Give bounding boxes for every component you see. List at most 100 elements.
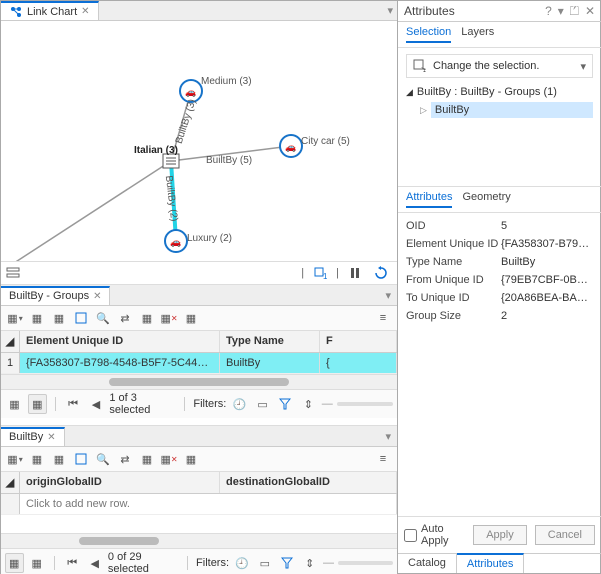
tree-child[interactable]: ▷ BuiltBy — [420, 100, 593, 120]
filter-funnel-icon[interactable] — [276, 394, 295, 414]
select-icon[interactable] — [71, 308, 91, 328]
copy-icon[interactable]: ▦ — [181, 449, 201, 469]
sort-icon[interactable]: ⇕ — [299, 394, 318, 414]
expand-icon[interactable]: ▷ — [420, 105, 427, 116]
show-all-icon[interactable]: ▦ — [5, 394, 24, 414]
kv-type-name[interactable]: Type NameBuiltBy — [398, 253, 601, 271]
clear-icon[interactable]: ▦ — [137, 449, 157, 469]
cell-element-id[interactable]: {FA358307-B798-4548-B5F7-5C449C61B61C} — [20, 353, 220, 373]
layer-list-icon[interactable] — [3, 263, 23, 283]
calculate-icon[interactable]: ▦ — [49, 308, 69, 328]
add-icon[interactable]: ▦ — [27, 308, 47, 328]
zoom-icon[interactable]: 🔍 — [93, 308, 113, 328]
pause-icon[interactable] — [345, 263, 365, 283]
col-origin[interactable]: originGlobalID — [20, 472, 220, 493]
tab-builtby-groups[interactable]: BuiltBy - Groups ✕ — [1, 286, 110, 305]
show-selected-icon[interactable]: ▦ — [28, 553, 47, 573]
row-num[interactable]: 1 — [1, 353, 20, 373]
row-corner[interactable]: ◢ — [1, 331, 20, 352]
switch-icon[interactable]: ⇄ — [115, 308, 135, 328]
prev-icon[interactable]: ◀ — [85, 553, 104, 573]
kv-from-id[interactable]: From Unique ID{79EB7CBF-0BEF-4B9B-8579- — [398, 271, 601, 289]
tree-parent[interactable]: ◢ BuiltBy : BuiltBy - Groups (1) — [406, 84, 593, 100]
tab-attributes-bottom[interactable]: Attributes — [457, 553, 524, 573]
select-icon[interactable] — [71, 449, 91, 469]
field-view-icon[interactable]: ▦▾ — [5, 308, 25, 328]
sort-icon[interactable]: ⇕ — [301, 553, 320, 573]
cancel-button[interactable]: Cancel — [535, 525, 595, 545]
svg-text:🚗: 🚗 — [170, 237, 181, 247]
node-italian: Italian (3) — [134, 145, 178, 156]
zoom-slider[interactable] — [337, 402, 393, 406]
switch-icon[interactable]: ⇄ — [115, 449, 135, 469]
close-icon[interactable]: ✕ — [81, 6, 89, 17]
refresh-icon[interactable] — [371, 263, 391, 283]
col-type-name[interactable]: Type Name — [220, 331, 320, 352]
tab-selection[interactable]: Selection — [406, 26, 451, 43]
chevron-down-icon[interactable]: ▾ — [385, 289, 397, 302]
cell-type-name[interactable]: BuiltBy — [220, 353, 320, 373]
kv-element-id[interactable]: Element Unique ID{FA358307-B798-4548-B5F… — [398, 235, 601, 253]
filter-extent-icon[interactable]: ▭ — [253, 394, 272, 414]
kv-to-id[interactable]: To Unique ID{20A86BEA-BAE4-4F33-B10E — [398, 289, 601, 307]
row-corner[interactable]: ◢ — [1, 472, 20, 493]
filter-time-icon[interactable]: 🕘 — [233, 553, 252, 573]
kv-oid[interactable]: OID5 — [398, 217, 601, 235]
filter-funnel-icon[interactable] — [278, 553, 297, 573]
auto-apply-checkbox[interactable]: Auto Apply — [404, 523, 465, 547]
add-icon[interactable]: ▦ — [27, 449, 47, 469]
auto-apply-input[interactable] — [404, 529, 417, 542]
chevron-down-icon[interactable]: ▾ — [387, 4, 397, 17]
tab-builtby[interactable]: BuiltBy ✕ — [1, 427, 65, 446]
first-icon[interactable]: ⏮ — [63, 553, 82, 573]
tab-link-chart[interactable]: Link Chart ✕ — [1, 1, 99, 20]
link-chart-tabbar: Link Chart ✕ ▾ — [1, 1, 397, 21]
new-row-placeholder[interactable]: Click to add new row. — [20, 494, 397, 514]
filter-extent-icon[interactable]: ▭ — [256, 553, 275, 573]
col-destination[interactable]: destinationGlobalID — [220, 472, 397, 493]
clear-icon[interactable]: ▦ — [137, 308, 157, 328]
show-selected-icon[interactable]: ▦ — [28, 394, 47, 414]
table-row[interactable]: 1 {FA358307-B798-4548-B5F7-5C449C61B61C}… — [1, 353, 397, 374]
delete-icon[interactable]: ▦✕ — [159, 308, 179, 328]
selection-status: 1 of 3 selected — [109, 392, 176, 416]
change-selection-dropdown[interactable]: Change the selection. ▾ — [406, 54, 593, 78]
h-scrollbar[interactable] — [1, 533, 397, 548]
delete-icon[interactable]: ▦✕ — [159, 449, 179, 469]
filter-time-icon[interactable]: 🕘 — [230, 394, 249, 414]
calculate-icon[interactable]: ▦ — [49, 449, 69, 469]
tab-layers[interactable]: Layers — [461, 26, 494, 43]
tab-builtby-label: BuiltBy — [9, 431, 43, 443]
tab-attributes[interactable]: Attributes — [406, 191, 452, 208]
field-view-icon[interactable]: ▦▾ — [5, 449, 25, 469]
col-f[interactable]: F — [320, 331, 397, 352]
cell-f[interactable]: { — [320, 353, 397, 373]
chevron-down-icon: ▾ — [580, 60, 586, 73]
copy-icon[interactable]: ▦ — [181, 308, 201, 328]
close-icon[interactable]: ✕ — [47, 432, 55, 443]
collapse-icon[interactable]: ◢ — [406, 87, 413, 98]
select-tool-icon[interactable]: 1 — [310, 263, 330, 283]
menu-icon[interactable]: ≡ — [373, 449, 393, 469]
selection-status: 0 of 29 selected — [108, 551, 179, 574]
link-chart-canvas[interactable]: 🚗 🚗 🚗 Medium (3) City car (5) — [1, 21, 397, 261]
prev-icon[interactable]: ◀ — [87, 394, 106, 414]
apply-button[interactable]: Apply — [473, 525, 527, 545]
tab-geometry[interactable]: Geometry — [462, 191, 510, 208]
tab-catalog[interactable]: Catalog — [398, 554, 457, 573]
h-scrollbar[interactable] — [1, 374, 397, 389]
new-row[interactable]: Click to add new row. — [1, 494, 397, 515]
close-icon[interactable]: ✕ — [585, 4, 595, 19]
kv-group-size[interactable]: Group Size2 — [398, 307, 601, 325]
close-icon[interactable]: ✕ — [93, 291, 101, 302]
chevron-down-icon[interactable]: ▾ — [385, 430, 397, 443]
first-icon[interactable]: ⏮ — [64, 394, 83, 414]
show-all-icon[interactable]: ▦ — [5, 553, 24, 573]
help-icon[interactable]: ? — [545, 4, 552, 19]
zoom-slider[interactable] — [338, 561, 393, 565]
menu-icon[interactable]: ≡ — [373, 308, 393, 328]
autohide-icon[interactable]: ▾ — [558, 4, 564, 19]
pin-icon[interactable]: ⏍ — [570, 4, 579, 19]
col-element-id[interactable]: Element Unique ID — [20, 331, 220, 352]
zoom-icon[interactable]: 🔍 — [93, 449, 113, 469]
